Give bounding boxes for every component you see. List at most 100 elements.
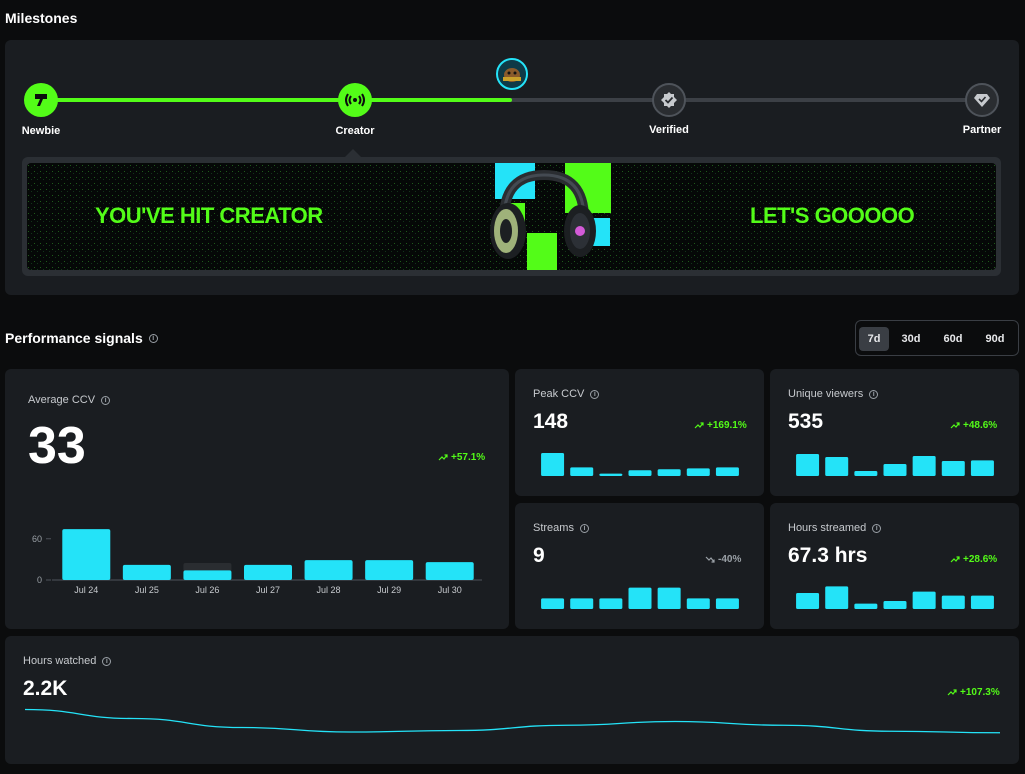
peak-ccv-trend-text: +169.1%: [707, 420, 747, 431]
spark-bar: [628, 470, 652, 476]
info-icon[interactable]: i: [148, 333, 158, 343]
x-tick-label: Jul 28: [317, 585, 341, 595]
milestone-creator-label: Creator: [335, 125, 375, 137]
info-icon[interactable]: i: [579, 523, 589, 533]
milestones-title: Milestones: [5, 10, 78, 26]
spark-bar: [570, 598, 594, 609]
x-tick-label: Jul 26: [195, 585, 219, 595]
peak-ccv-trend: +169.1%: [694, 420, 747, 431]
spark-bar: [941, 595, 965, 609]
trend-up-icon: [950, 556, 960, 563]
verified-badge-icon: [661, 92, 677, 108]
spark-bar: [854, 603, 878, 609]
x-tick-label: Jul 27: [256, 585, 280, 595]
trend-up-icon: [947, 689, 957, 696]
spark-bar: [883, 601, 907, 609]
info-icon[interactable]: i: [869, 389, 879, 399]
milestone-verified-node[interactable]: [652, 83, 686, 117]
period-60d-button[interactable]: 60d: [935, 327, 971, 351]
unique-viewers-label: Unique viewers i: [788, 388, 879, 400]
average-ccv-trend-text: +57.1%: [451, 452, 486, 463]
spark-bar: [796, 454, 820, 476]
spark-bar: [825, 586, 849, 609]
x-tick-label: Jul 25: [135, 585, 159, 595]
unique-viewers-label-text: Unique viewers: [788, 388, 864, 400]
info-icon[interactable]: i: [101, 395, 111, 405]
info-icon[interactable]: i: [872, 523, 882, 533]
chart-bar[interactable]: [365, 560, 414, 580]
milestone-creator-node[interactable]: [338, 83, 372, 117]
peak-ccv-value: 148: [533, 410, 569, 433]
chart-bar[interactable]: [183, 570, 232, 580]
user-avatar-marker: [496, 58, 528, 90]
average-ccv-label: Average CCV i: [28, 394, 111, 406]
spark-bar: [628, 587, 652, 609]
x-tick-label: Jul 29: [377, 585, 401, 595]
peak-ccv-label-text: Peak CCV: [533, 388, 585, 400]
milestone-newbie-label: Newbie: [21, 125, 61, 137]
period-90d-button[interactable]: 90d: [977, 327, 1013, 351]
spark-bar: [686, 468, 710, 476]
trend-up-icon: [694, 422, 704, 429]
broadcast-icon: [345, 93, 365, 107]
spark-bar: [941, 461, 965, 476]
spark-bar: [912, 591, 936, 609]
y-tick-label: 0: [37, 575, 42, 585]
hours-watched-trend-text: +107.3%: [960, 687, 1000, 698]
hours-watched-trend: +107.3%: [947, 687, 1000, 698]
hours-watched-value: 2.2K: [23, 677, 68, 700]
streams-trend: -40%: [705, 554, 741, 565]
hours-streamed-value: 67.3 hrs: [788, 544, 868, 567]
streams-value: 9: [533, 544, 545, 567]
info-icon[interactable]: i: [590, 389, 600, 399]
hours-watched-label: Hours watched i: [23, 655, 112, 667]
unique-viewers-sparkbars: [796, 454, 994, 476]
x-tick-label: Jul 30: [438, 585, 462, 595]
banner-left-text: YOU'VE HIT CREATOR: [95, 203, 323, 228]
trend-up-icon: [438, 454, 448, 461]
performance-title-text: Performance signals: [5, 330, 143, 346]
info-icon[interactable]: i: [102, 656, 112, 666]
milestone-newbie-node[interactable]: [24, 83, 58, 117]
milestone-partner-node[interactable]: [965, 83, 999, 117]
spark-bar: [912, 456, 936, 476]
streams-label: Streams i: [533, 522, 589, 534]
spark-bar: [657, 587, 681, 609]
period-30d-button[interactable]: 30d: [893, 327, 929, 351]
chart-bar[interactable]: [122, 564, 171, 580]
headphones-illustration: [490, 169, 596, 259]
hours-streamed-label-text: Hours streamed: [788, 522, 867, 534]
period-toggle: 7d 30d 60d 90d: [855, 320, 1019, 356]
spark-bar: [599, 598, 623, 609]
performance-title: Performance signals i: [5, 330, 158, 346]
milestone-verified-label: Verified: [649, 124, 689, 136]
spark-bar: [715, 467, 739, 476]
partner-diamond-icon: [974, 94, 990, 107]
average-ccv-label-text: Average CCV: [28, 394, 96, 406]
hours-watched-line-chart: [25, 708, 1000, 734]
banner-right-text: LET'S GOOOOO: [750, 203, 915, 228]
chart-bar[interactable]: [62, 529, 111, 580]
hours-streamed-label: Hours streamed i: [788, 522, 882, 534]
trend-down-icon: [705, 556, 715, 563]
spark-bar: [796, 593, 820, 609]
period-7d-button[interactable]: 7d: [859, 327, 889, 351]
chart-bar[interactable]: [304, 560, 353, 580]
average-ccv-value: 33: [28, 417, 86, 475]
kick-logo-icon: [35, 94, 47, 106]
hours-watched-line: [25, 708, 1000, 734]
average-ccv-chart: 60 0 Jul 24 Jul 25 Jul 26 Jul 27 Jul 28 Jul 29 J…: [32, 529, 482, 595]
spark-bar: [854, 471, 878, 476]
spark-bar: [541, 598, 565, 609]
y-tick-label: 60: [32, 534, 42, 544]
spark-bar: [715, 598, 739, 609]
unique-viewers-trend-text: +48.6%: [963, 420, 998, 431]
spark-bar: [970, 595, 994, 609]
chart-bar[interactable]: [244, 564, 292, 580]
average-ccv-trend: +57.1%: [438, 452, 485, 463]
streams-sparkbars: [541, 587, 739, 609]
spark-bar: [970, 460, 994, 476]
hours-streamed-trend-text: +28.6%: [963, 554, 998, 565]
chart-bar[interactable]: [425, 562, 474, 580]
banner-pointer: [345, 149, 361, 157]
